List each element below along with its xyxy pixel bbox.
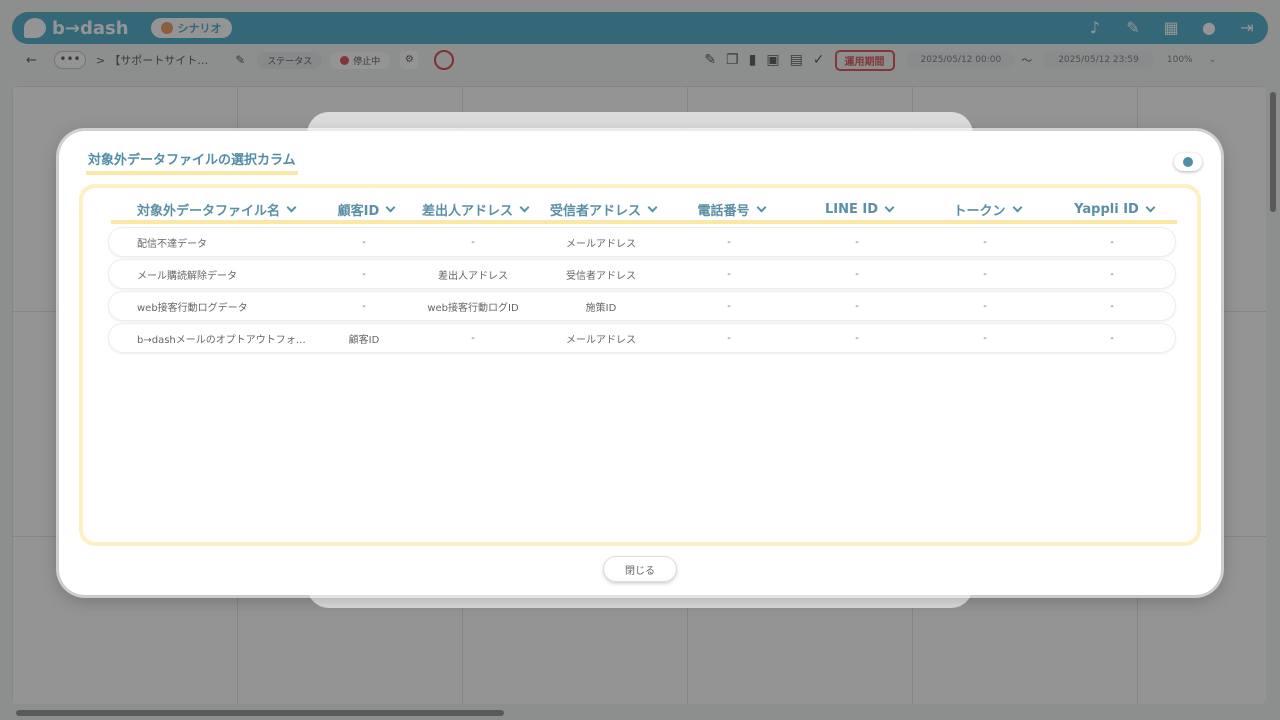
column-header-label: 受信者アドレス [549, 203, 641, 219]
chevron-down-icon[interactable] [286, 202, 297, 212]
table-cell: メールアドレス [566, 334, 636, 346]
chevron-down-icon[interactable] [1145, 202, 1156, 212]
column-header-label: 対象外データファイル名 [136, 203, 280, 219]
table-cell: - [362, 300, 366, 312]
column-header-label: 顧客ID [337, 203, 380, 219]
column-header[interactable]: Yappli ID [1051, 198, 1177, 220]
column-header[interactable]: 対象外データファイル名 [111, 198, 321, 220]
columns-table: 対象外データファイル名 顧客ID 差出人アドレス 受信者アドレス 電話番号 LINE ID… [79, 184, 1201, 546]
table-header: 対象外データファイル名 顧客ID 差出人アドレス 受信者アドレス 電話番号 LINE ID… [111, 198, 1177, 224]
column-header-label: LINE ID [824, 201, 879, 217]
table-cell: - [983, 300, 987, 312]
chevron-down-icon[interactable] [756, 202, 766, 212]
column-header[interactable]: 受信者アドレス [539, 198, 667, 220]
table-cell: 配信不達データ [137, 238, 207, 250]
close-button[interactable]: 閉じる [604, 557, 676, 581]
table-cell: - [855, 300, 859, 312]
chevron-down-icon[interactable] [1012, 202, 1022, 212]
table-cell: - [983, 268, 987, 280]
chevron-down-icon[interactable] [519, 202, 530, 212]
chevron-down-icon[interactable] [647, 202, 658, 212]
chevron-down-icon[interactable] [884, 202, 895, 212]
table-cell: 施策ID [585, 302, 617, 314]
table-cell: - [727, 236, 731, 248]
table-row: 配信不達データ - - メールアドレス - - - - [109, 228, 1175, 256]
column-header-label: トークン [953, 203, 1006, 219]
table-cell: b→dashメールのオプトアウトフォ… [137, 334, 306, 346]
column-header[interactable]: LINE ID [795, 198, 923, 220]
table-cell: - [855, 236, 859, 248]
column-header-label: Yappli ID [1074, 201, 1139, 217]
column-header[interactable]: 電話番号 [667, 198, 795, 220]
table-cell: メール購読解除データ [137, 270, 237, 282]
table-cell: - [1110, 332, 1114, 344]
table-cell: 受信者アドレス [566, 270, 636, 282]
column-header-label: 電話番号 [697, 203, 750, 219]
table-cell: web接客行動ログデータ [137, 302, 248, 314]
support-icon [1183, 157, 1193, 167]
table-cell: - [362, 236, 366, 248]
table-cell: 差出人アドレス [438, 270, 508, 282]
excluded-columns-dialog: 対象外データファイルの選択カラム 対象外データファイル名 顧客ID 差出人アドレス受… [59, 131, 1221, 595]
table-cell: - [1110, 268, 1114, 280]
column-header[interactable]: トークン [923, 198, 1051, 220]
chevron-down-icon[interactable] [385, 202, 396, 212]
column-header[interactable]: 顧客ID [321, 198, 411, 220]
table-cell: - [855, 268, 859, 280]
table-cell: - [471, 236, 475, 248]
table-row: メール購読解除データ - 差出人アドレス 受信者アドレス - - - - [109, 260, 1175, 288]
column-header-label: 差出人アドレス [421, 203, 513, 219]
table-cell: - [1110, 300, 1114, 312]
table-cell: - [727, 300, 731, 312]
table-cell: - [855, 332, 859, 344]
dialog-title: 対象外データファイルの選択カラム [86, 149, 298, 175]
table-cell: 顧客ID [348, 334, 380, 346]
table-cell: メールアドレス [566, 238, 636, 250]
table-cell: - [727, 332, 731, 344]
table-row: b→dashメールのオプトアウトフォ… 顧客ID - メールアドレス - - - - [109, 324, 1175, 352]
table-body: 配信不達データ - - メールアドレス - - - - メール購読解除データ - 差出人アドレス 受信… [109, 228, 1175, 356]
table-cell: - [983, 332, 987, 344]
table-cell: - [1110, 236, 1114, 248]
column-header[interactable]: 差出人アドレス [411, 198, 539, 220]
dialog-help-button[interactable] [1174, 153, 1202, 171]
table-cell: web接客行動ログID [427, 302, 519, 314]
table-cell: - [471, 332, 475, 344]
table-cell: - [362, 268, 366, 280]
table-row: web接客行動ログデータ - web接客行動ログID 施策ID - - - - [109, 292, 1175, 320]
table-cell: - [983, 236, 987, 248]
table-cell: - [727, 268, 731, 280]
